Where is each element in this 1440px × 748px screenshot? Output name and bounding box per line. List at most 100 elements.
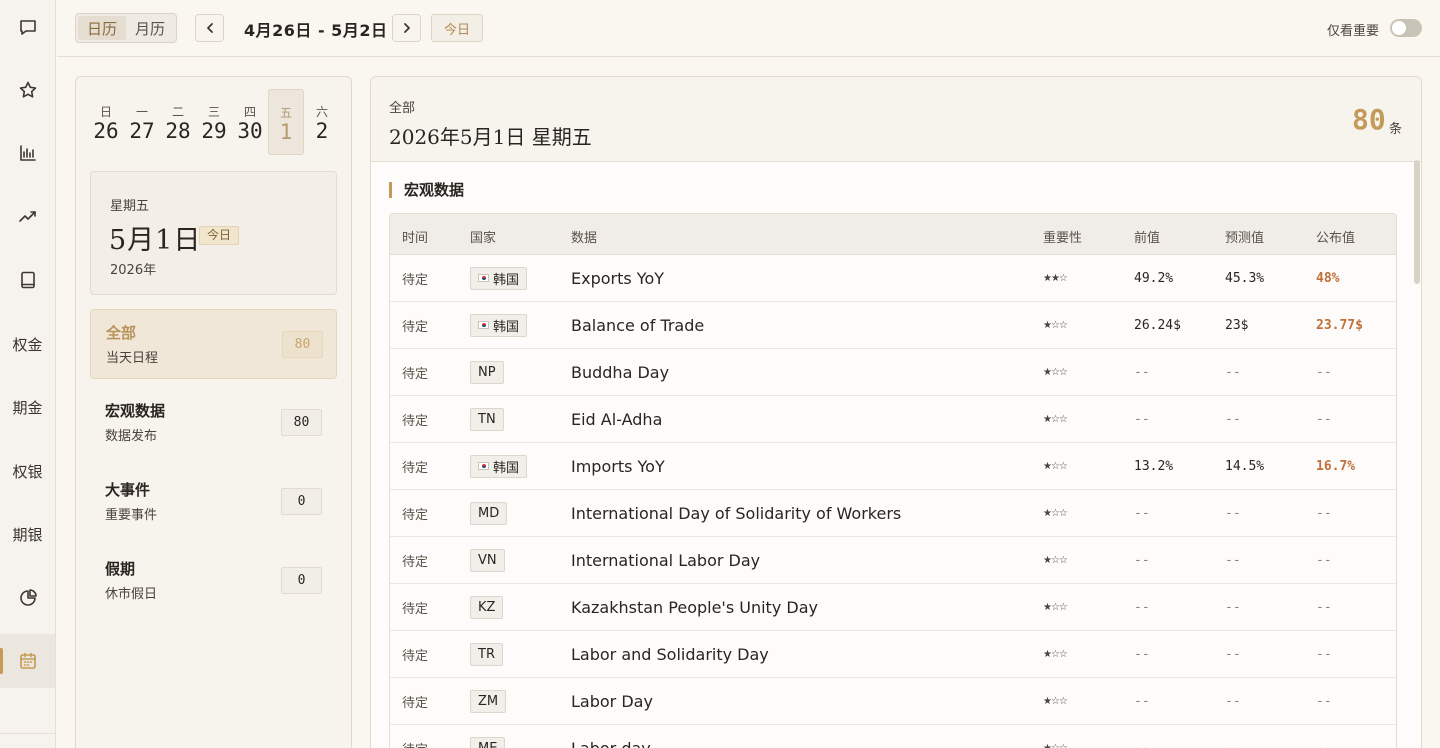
col-forecast: 预测值 — [1225, 231, 1265, 246]
category-count: 80 — [281, 409, 322, 436]
table-body: 待定 韩国 Exports YoY ★★☆ 49.2% 45.3% 48% 待定 韩国 Balan… — [390, 255, 1396, 748]
country-label: ZM — [478, 693, 499, 709]
row-forecast: -- — [1225, 740, 1241, 748]
table-row[interactable]: 待定 TN Eid Al-Adha ★☆☆ -- -- -- — [390, 396, 1396, 443]
top-toolbar: 日历 月历 4月26日 - 5月2日 今日 仅看重要 — [57, 0, 1440, 57]
prev-week-button[interactable] — [195, 14, 224, 42]
importance-stars: ★☆☆ — [1043, 695, 1068, 707]
week-day[interactable]: 三 29 — [196, 89, 232, 155]
row-previous: -- — [1134, 364, 1150, 380]
schedule-header: 全部 2026年5月1日 星期五 80 条 — [371, 77, 1421, 162]
row-actual: -- — [1316, 646, 1332, 662]
chevron-left-icon — [206, 23, 213, 33]
row-country-cell: 韩国 — [470, 255, 528, 301]
row-actual: -- — [1316, 552, 1332, 568]
nav-text-item[interactable]: 权银 — [0, 444, 55, 498]
country-label: MD — [478, 505, 500, 521]
nav-charts[interactable] — [0, 126, 55, 180]
row-forecast: -- — [1225, 505, 1241, 521]
row-forecast: -- — [1225, 599, 1241, 615]
row-actual: 23.77$ — [1316, 317, 1363, 333]
category-holidays[interactable]: 假期 休市假日 0 — [90, 546, 337, 616]
nav-text-item[interactable]: 权金 — [0, 317, 55, 371]
weekday-label: 三 — [207, 105, 220, 119]
table-row[interactable]: 待定 韩国 Balance of Trade ★☆☆ 26.24$ 23$ 23.77$ — [390, 302, 1396, 349]
week-day[interactable]: 六2 — [304, 89, 340, 155]
nav-pie[interactable] — [0, 571, 55, 625]
day-number: 27 — [129, 119, 155, 143]
nav-chat[interactable] — [0, 0, 55, 54]
table-row[interactable]: 待定 TR Labor and Solidarity Day ★☆☆ -- -- -- — [390, 631, 1396, 678]
row-time: 待定 — [402, 725, 428, 748]
row-data-name: International Labor Day — [571, 550, 761, 570]
row-data-name: Labor and Solidarity Day — [571, 644, 769, 664]
row-time: 待定 — [402, 648, 429, 664]
table-row[interactable]: 待定 韩国 Imports YoY ★☆☆ 13.2% 14.5% 16.7% — [390, 443, 1396, 490]
importance-stars: ★☆☆ — [1043, 554, 1068, 566]
weekday-label: 六 — [315, 105, 328, 119]
nav-text-item[interactable]: 期金 — [0, 380, 55, 434]
day-number: 30 — [237, 119, 263, 143]
importance-stars: ★☆☆ — [1043, 601, 1068, 613]
month-view-tab[interactable]: 月历 — [126, 16, 174, 40]
row-time: 待定 — [402, 695, 429, 711]
country-tag: 韩国 — [470, 266, 528, 290]
country-label: TN — [478, 411, 496, 427]
category-macro-data[interactable]: 宏观数据 数据发布 80 — [90, 388, 337, 458]
category-count: 80 — [282, 331, 323, 358]
row-actual: -- — [1316, 411, 1332, 427]
row-country-cell: 韩国 — [470, 302, 528, 348]
day-view-tab[interactable]: 日历 — [78, 16, 126, 40]
week-day[interactable]: 日 26 — [88, 89, 124, 155]
week-strip: 日 26 一 27 二 28 三 29 四 30 五1 六2 — [88, 89, 340, 155]
nav-calendar[interactable] — [0, 634, 55, 688]
category-title: 大事件 — [105, 481, 151, 499]
nav-text-item[interactable]: 期银 — [0, 507, 55, 561]
table-row[interactable]: 待定 ZM Labor Day ★☆☆ -- -- -- — [390, 678, 1396, 725]
row-data-name: Imports YoY — [571, 456, 665, 476]
nav-book[interactable] — [0, 253, 55, 307]
row-country-cell: MD — [470, 490, 508, 536]
rail-label: 期金 — [12, 398, 43, 417]
importance-stars: ★★☆ — [1043, 272, 1068, 284]
nav-favorites[interactable] — [0, 63, 55, 117]
country-tag: ME — [470, 736, 506, 748]
category-all[interactable]: 全部 当天日程 80 — [90, 309, 337, 379]
week-day[interactable]: 二 28 — [160, 89, 196, 155]
importance-stars: ★☆☆ — [1043, 648, 1068, 660]
country-label: 韩国 — [493, 272, 520, 288]
country-label: TR — [478, 646, 495, 662]
table-row[interactable]: 待定 韩国 Exports YoY ★★☆ 49.2% 45.3% 48% — [390, 255, 1396, 302]
week-day[interactable]: 一 27 — [124, 89, 160, 155]
table-row[interactable]: 待定 NP Buddha Day ★☆☆ -- -- -- — [390, 349, 1396, 396]
table-row[interactable]: 待定 VN International Labor Day ★☆☆ -- -- -- — [390, 537, 1396, 584]
next-week-button[interactable] — [392, 14, 421, 42]
row-country-cell: NP — [470, 349, 504, 395]
country-tag: VN — [470, 548, 505, 572]
week-day-selected[interactable]: 五1 — [268, 89, 304, 155]
row-previous: -- — [1134, 505, 1150, 521]
row-actual: -- — [1316, 599, 1332, 615]
row-data-name: Balance of Trade — [571, 315, 705, 335]
country-tag: TR — [470, 642, 503, 666]
important-only-toggle[interactable] — [1390, 19, 1422, 37]
table-row[interactable]: 待定 ME Labor day ★☆☆ -- -- -- — [390, 725, 1396, 748]
row-time: 待定 — [402, 413, 429, 429]
scrollbar[interactable] — [1414, 160, 1420, 284]
table-row[interactable]: 待定 MD International Day of Solidarity of W… — [390, 490, 1396, 537]
item-count-unit: 条 — [1389, 122, 1403, 137]
row-country-cell: ME — [470, 725, 506, 748]
today-button[interactable]: 今日 — [431, 14, 483, 42]
nav-trends[interactable] — [0, 190, 55, 244]
macro-data-table: 时间 国家 数据 重要性 前值 预测值 公布值 待定 韩国 Exports YoY ★… — [389, 213, 1397, 748]
table-row[interactable]: 待定 KZ Kazakhstan People's Unity Day ★☆☆ -- --… — [390, 584, 1396, 631]
flag-icon — [478, 462, 489, 470]
current-category: 全部 — [389, 101, 416, 116]
trend-icon — [18, 211, 36, 222]
divider — [0, 733, 55, 734]
week-day[interactable]: 四 30 — [232, 89, 268, 155]
country-tag: 韩国 — [470, 454, 528, 478]
row-country-cell: KZ — [470, 584, 504, 630]
category-events[interactable]: 大事件 重要事件 0 — [90, 467, 337, 537]
bar-chart-icon — [19, 145, 36, 161]
